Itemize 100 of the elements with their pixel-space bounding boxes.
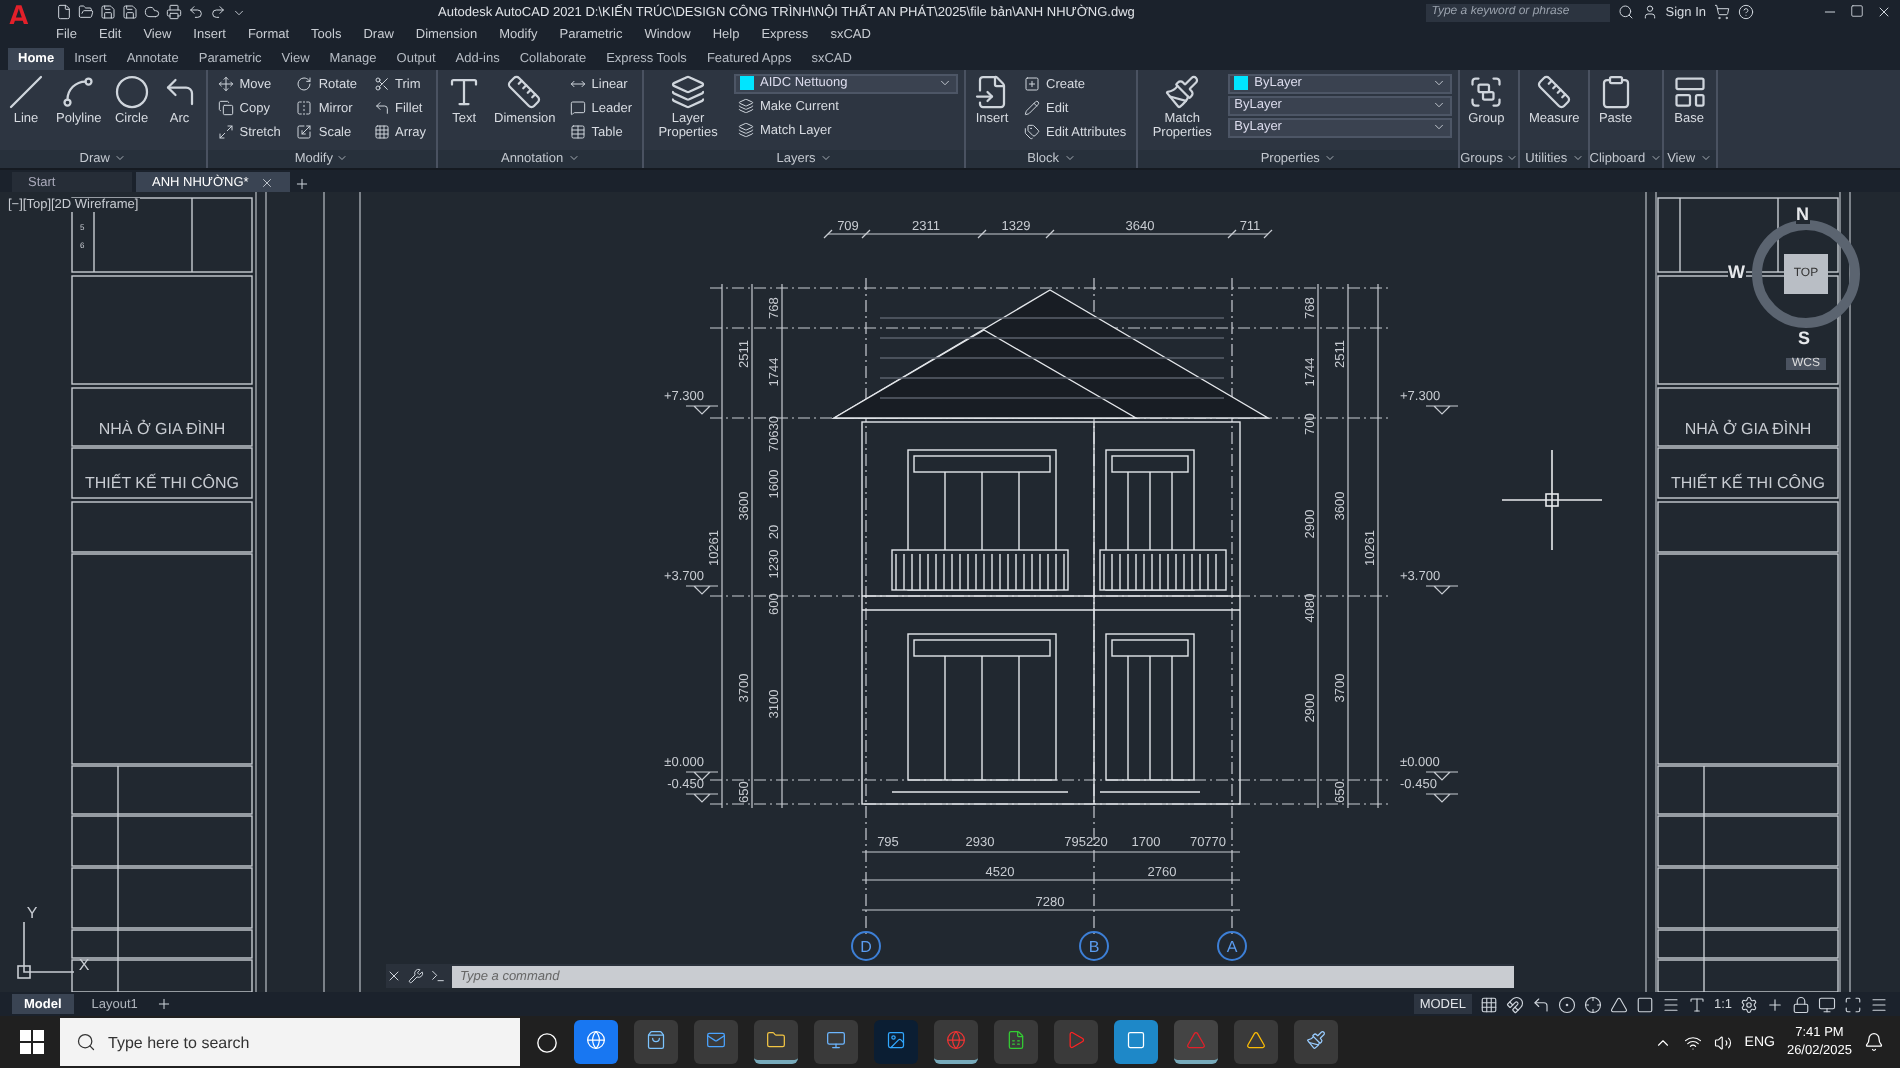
crosshair-cursor <box>1501 449 1603 552</box>
undo-icon <box>188 4 204 20</box>
rotate-icon <box>296 76 313 93</box>
wrench-icon <box>408 968 424 985</box>
save-icon <box>100 4 116 20</box>
taskbar-app-button[interactable] <box>754 1020 798 1065</box>
open-folder-icon <box>78 4 94 20</box>
snap-icon <box>1505 995 1524 1014</box>
print-icon <box>166 4 182 20</box>
caret-icon <box>1571 152 1584 165</box>
project-name: NHÀ Ở GIA ĐÌNH <box>98 420 226 439</box>
mirror-icon <box>296 100 313 117</box>
lock-icon <box>1792 995 1810 1014</box>
taskbar-app-button[interactable] <box>934 1020 978 1065</box>
polyline-icon <box>60 73 97 110</box>
close-icon <box>1876 4 1892 20</box>
edit-icon <box>1024 100 1041 117</box>
save-as-icon <box>122 4 138 20</box>
paintbrush-icon <box>1164 73 1201 110</box>
taskbar-app-button[interactable] <box>1294 1020 1338 1065</box>
image-icon <box>886 1028 906 1053</box>
maximize-icon <box>1850 4 1864 18</box>
clipboard-icon <box>1597 73 1634 110</box>
caret-icon <box>938 76 953 91</box>
caret-icon <box>567 152 580 165</box>
volume-icon <box>1714 1033 1733 1052</box>
taskbar-app-button[interactable] <box>814 1020 858 1065</box>
move-icon <box>217 76 234 93</box>
new-file-icon <box>56 4 72 20</box>
annotation-icon <box>1687 995 1706 1014</box>
axis-marker: B <box>1079 931 1109 962</box>
globe-icon <box>586 1028 606 1053</box>
close-icon <box>260 175 275 190</box>
task-view-icon <box>536 1031 558 1054</box>
grid-icon <box>1479 995 1498 1014</box>
taskbar-app-button[interactable] <box>994 1020 1038 1065</box>
taskbar-app-button[interactable] <box>1114 1020 1158 1065</box>
lineweight-icon <box>1661 995 1680 1014</box>
leader-icon <box>569 100 586 117</box>
taskbar-app-button[interactable] <box>634 1020 678 1065</box>
project-name: NHÀ Ở GIA ĐÌNH <box>1684 420 1812 439</box>
line-icon <box>8 73 44 110</box>
linear-icon <box>569 76 586 93</box>
text-icon <box>446 73 483 110</box>
fullscreen-icon <box>1844 995 1862 1014</box>
search-icon <box>1617 4 1634 20</box>
caret-icon <box>113 152 126 165</box>
design-stage: THIẾT KẾ THI CÔNG <box>1670 474 1826 493</box>
compass-label[interactable]: S <box>1798 328 1811 349</box>
taskbar-app-button[interactable] <box>1234 1020 1278 1065</box>
ruler-icon <box>1536 73 1573 110</box>
trim-icon <box>373 76 390 93</box>
new-tab-icon <box>294 176 311 193</box>
group-icon <box>1468 73 1505 110</box>
stretch-icon <box>217 124 234 141</box>
caret-icon <box>1323 152 1336 165</box>
compass-label[interactable]: W <box>1728 262 1745 283</box>
monitor-icon <box>1818 995 1836 1014</box>
circle-icon <box>113 73 150 110</box>
object-snap-icon <box>1583 995 1602 1014</box>
folder-icon <box>766 1028 786 1053</box>
base-view-icon <box>1671 73 1708 110</box>
taskbar-app-button[interactable] <box>1174 1020 1218 1065</box>
taskbar-app-button[interactable] <box>874 1020 918 1065</box>
browser-icon <box>946 1028 966 1053</box>
caret-icon <box>1649 152 1662 165</box>
layer-icon <box>738 122 755 139</box>
array-icon <box>373 124 390 141</box>
cloud-icon <box>144 4 160 20</box>
caret-icon <box>819 152 832 165</box>
network-icon <box>1684 1033 1703 1052</box>
plus-icon <box>1766 995 1784 1014</box>
play-icon <box>1066 1028 1086 1053</box>
user-icon <box>1641 4 1658 20</box>
menu-icon <box>1870 995 1888 1014</box>
layers-icon <box>670 73 707 110</box>
design-stage: THIẾT KẾ THI CÔNG <box>84 474 240 493</box>
attributes-icon <box>1024 124 1041 141</box>
caret-icon <box>1506 152 1519 165</box>
taskbar-app-button[interactable] <box>574 1020 618 1065</box>
dimension-icon <box>506 73 543 110</box>
caret-icon <box>232 5 246 19</box>
terminal-icon <box>430 968 446 985</box>
compass-label[interactable]: N <box>1796 204 1809 225</box>
caret-icon <box>336 152 349 165</box>
taskbar-app-button[interactable] <box>694 1020 738 1065</box>
create-icon <box>1024 76 1041 93</box>
mail-icon <box>706 1028 726 1053</box>
notification-icon <box>1864 1032 1884 1053</box>
caret-icon <box>1699 152 1712 165</box>
spreadsheet-icon <box>1006 1028 1026 1053</box>
insert-icon <box>974 73 1011 110</box>
store-icon <box>646 1028 666 1053</box>
taskbar-search-field[interactable]: Type here to search <box>60 1018 520 1067</box>
paint-icon <box>1306 1028 1326 1053</box>
axis-marker: A <box>1217 931 1247 962</box>
caret-icon <box>1063 152 1076 165</box>
close-icon <box>386 968 402 985</box>
help-icon <box>1738 4 1754 20</box>
start-icon[interactable] <box>20 1030 44 1055</box>
